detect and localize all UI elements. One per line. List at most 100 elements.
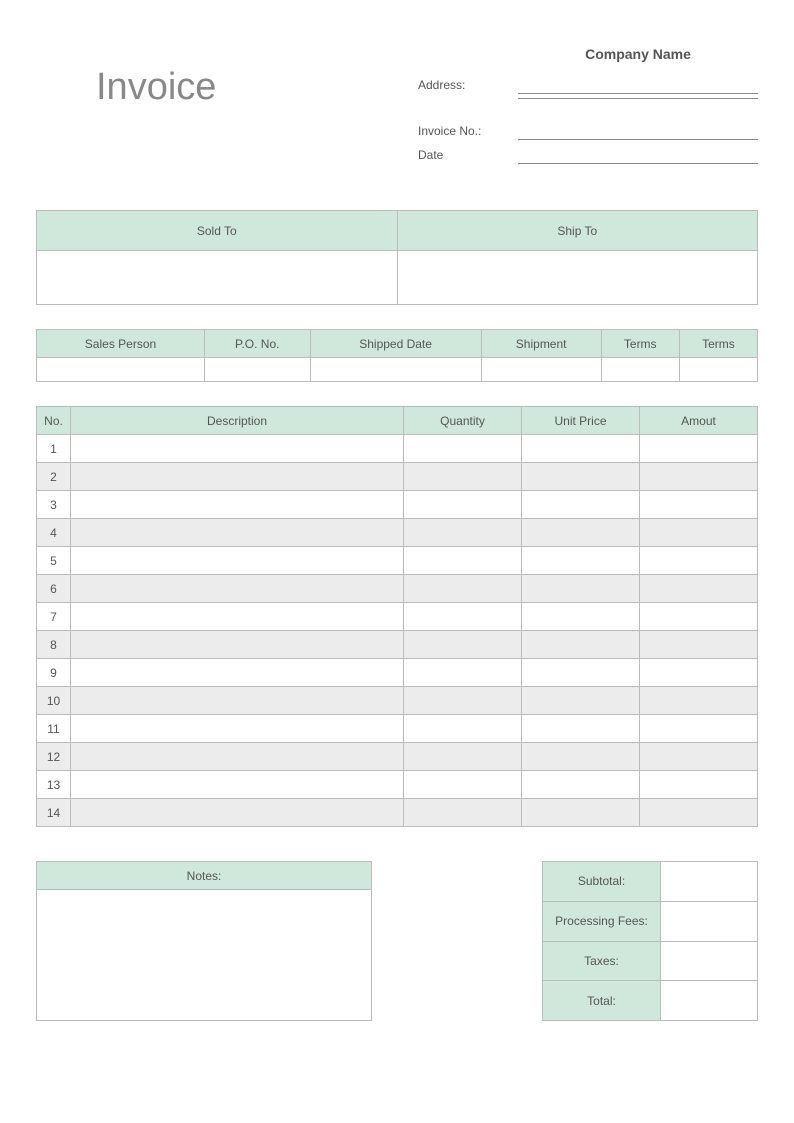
ship-to-cell[interactable] xyxy=(397,251,758,305)
items-cell[interactable] xyxy=(404,575,522,603)
items-cell[interactable] xyxy=(522,659,640,687)
items-cell[interactable] xyxy=(522,519,640,547)
details-cell[interactable] xyxy=(601,358,679,382)
details-col-0: Sales Person xyxy=(37,330,205,358)
items-row: 9 xyxy=(37,659,758,687)
items-cell-no: 8 xyxy=(37,631,71,659)
items-cell[interactable] xyxy=(640,463,758,491)
items-cell[interactable] xyxy=(71,659,404,687)
items-cell[interactable] xyxy=(71,491,404,519)
taxes-label: Taxes: xyxy=(543,941,661,981)
items-header-qty: Quantity xyxy=(404,407,522,435)
items-cell[interactable] xyxy=(640,491,758,519)
subtotal-label: Subtotal: xyxy=(543,862,661,902)
items-cell[interactable] xyxy=(404,603,522,631)
items-cell[interactable] xyxy=(71,519,404,547)
items-header-price: Unit Price xyxy=(522,407,640,435)
items-cell[interactable] xyxy=(71,743,404,771)
details-table: Sales Person P.O. No. Shipped Date Shipm… xyxy=(36,329,758,382)
items-cell[interactable] xyxy=(71,687,404,715)
items-cell[interactable] xyxy=(522,743,640,771)
processing-value[interactable] xyxy=(661,901,758,941)
items-row: 2 xyxy=(37,463,758,491)
sold-to-header: Sold To xyxy=(37,211,398,251)
items-cell[interactable] xyxy=(640,435,758,463)
processing-label: Processing Fees: xyxy=(543,901,661,941)
details-cell[interactable] xyxy=(679,358,757,382)
totals-table: Subtotal: Processing Fees: Taxes: Total: xyxy=(542,861,758,1021)
items-cell[interactable] xyxy=(404,687,522,715)
items-cell[interactable] xyxy=(640,743,758,771)
subtotal-value[interactable] xyxy=(661,862,758,902)
items-cell[interactable] xyxy=(71,547,404,575)
items-cell[interactable] xyxy=(640,631,758,659)
sold-to-cell[interactable] xyxy=(37,251,398,305)
items-cell[interactable] xyxy=(522,603,640,631)
items-cell[interactable] xyxy=(71,799,404,827)
items-cell[interactable] xyxy=(404,631,522,659)
items-cell[interactable] xyxy=(71,631,404,659)
items-cell[interactable] xyxy=(640,659,758,687)
items-cell[interactable] xyxy=(404,519,522,547)
items-cell[interactable] xyxy=(522,715,640,743)
items-cell[interactable] xyxy=(404,463,522,491)
address-line[interactable] xyxy=(518,76,758,94)
invoice-no-label: Invoice No.: xyxy=(418,122,518,140)
notes-body[interactable] xyxy=(37,890,371,1020)
items-row: 3 xyxy=(37,491,758,519)
items-cell[interactable] xyxy=(71,463,404,491)
items-cell-no: 3 xyxy=(37,491,71,519)
items-cell[interactable] xyxy=(522,463,640,491)
items-cell[interactable] xyxy=(404,771,522,799)
invoice-no-line[interactable] xyxy=(518,122,758,140)
items-cell[interactable] xyxy=(640,799,758,827)
items-cell[interactable] xyxy=(522,687,640,715)
items-cell[interactable] xyxy=(522,547,640,575)
items-cell[interactable] xyxy=(71,435,404,463)
details-col-3: Shipment xyxy=(481,330,601,358)
items-cell-no: 6 xyxy=(37,575,71,603)
total-label: Total: xyxy=(543,981,661,1021)
items-cell[interactable] xyxy=(640,603,758,631)
items-cell[interactable] xyxy=(640,519,758,547)
items-row: 7 xyxy=(37,603,758,631)
date-line[interactable] xyxy=(518,146,758,164)
items-cell[interactable] xyxy=(404,715,522,743)
items-cell[interactable] xyxy=(522,799,640,827)
items-cell[interactable] xyxy=(522,491,640,519)
items-cell[interactable] xyxy=(71,603,404,631)
notes-box: Notes: xyxy=(36,861,372,1021)
items-cell[interactable] xyxy=(71,575,404,603)
details-cell[interactable] xyxy=(204,358,310,382)
items-cell[interactable] xyxy=(640,715,758,743)
items-cell[interactable] xyxy=(404,799,522,827)
total-value[interactable] xyxy=(661,981,758,1021)
items-cell[interactable] xyxy=(522,631,640,659)
sold-ship-table: Sold To Ship To xyxy=(36,210,758,305)
items-cell[interactable] xyxy=(404,659,522,687)
items-cell-no: 1 xyxy=(37,435,71,463)
ship-to-header: Ship To xyxy=(397,211,758,251)
items-cell[interactable] xyxy=(71,771,404,799)
details-col-5: Terms xyxy=(679,330,757,358)
items-cell-no: 12 xyxy=(37,743,71,771)
items-row: 8 xyxy=(37,631,758,659)
items-cell[interactable] xyxy=(404,491,522,519)
details-col-2: Shipped Date xyxy=(310,330,481,358)
items-cell[interactable] xyxy=(522,435,640,463)
company-name: Company Name xyxy=(418,46,758,62)
items-cell[interactable] xyxy=(640,575,758,603)
details-cell[interactable] xyxy=(310,358,481,382)
items-cell[interactable] xyxy=(640,771,758,799)
items-cell[interactable] xyxy=(522,575,640,603)
taxes-value[interactable] xyxy=(661,941,758,981)
items-cell[interactable] xyxy=(404,547,522,575)
items-cell[interactable] xyxy=(640,547,758,575)
details-cell[interactable] xyxy=(481,358,601,382)
items-cell[interactable] xyxy=(404,743,522,771)
items-cell[interactable] xyxy=(522,771,640,799)
details-cell[interactable] xyxy=(37,358,205,382)
items-cell[interactable] xyxy=(404,435,522,463)
items-cell[interactable] xyxy=(640,687,758,715)
items-cell[interactable] xyxy=(71,715,404,743)
